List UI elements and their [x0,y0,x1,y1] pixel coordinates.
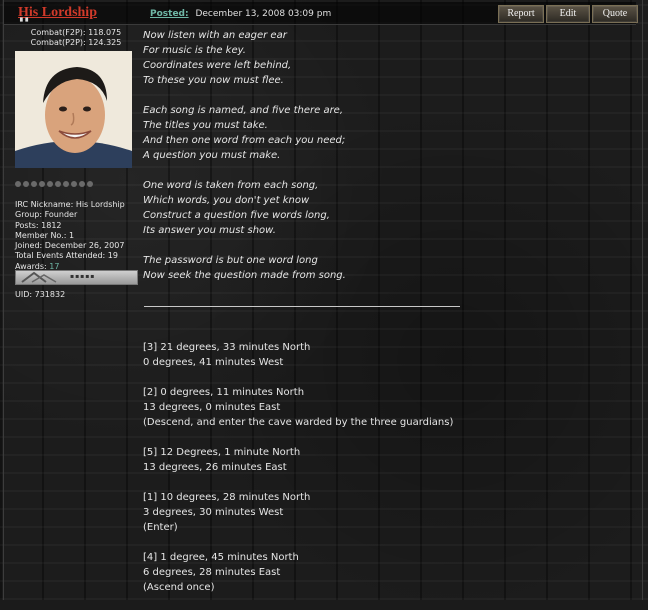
poem-line: The titles you must take. [143,120,268,131]
coordinate-line: 13 degrees, 26 minutes East [143,462,287,473]
quote-button[interactable]: Quote [592,5,638,23]
member-details: IRC Nickname: His Lordship Group: Founde… [15,200,125,272]
ribbon-chevron-icon [21,271,57,283]
coordinate-note: (Ascend once) [143,582,215,593]
coordinate-note: (Descend, and enter the cave warded by t… [143,417,454,428]
coordinate-line: 6 degrees, 28 minutes East [143,567,281,578]
poem-line: The password is but one word long [143,255,318,266]
poem-line: Which words, you don't yet know [143,195,310,206]
report-button[interactable]: Report [498,5,544,23]
post-header: His Lordship ▘▘ Posted: December 13, 200… [4,2,638,26]
coordinate-line: 0 degrees, 41 minutes West [143,357,284,368]
poem-line: To these you now must flee. [143,75,284,86]
poem-line: For music is the key. [143,45,246,56]
posted-info: Posted: December 13, 2008 03:09 pm [150,9,331,19]
member-group: Group: Founder [15,210,78,220]
rank-pips [15,181,95,187]
coordinate-note: (Enter) [143,522,178,533]
avatar-photo [15,51,132,168]
poem-line: Construct a question five words long, [143,210,330,221]
coordinate-line: [5] 12 Degrees, 1 minute North [143,447,301,458]
horizontal-rule [144,306,460,307]
poem-line: One word is taken from each song, [143,180,319,191]
post-count: Posts: 1812 [15,220,62,230]
ribbon-decoration: ▪▪▪▪▪ [70,273,96,280]
poem-line: A question you must make. [143,150,281,161]
poem-line: Now seek the question made from song. [143,270,346,281]
coordinate-line: [2] 0 degrees, 11 minutes North [143,387,305,398]
awards-ribbon[interactable]: ▪▪▪▪▪ [15,270,138,285]
author-sidebar: Combat(F2P): 118.075 Combat(P2P): 124.32… [12,28,140,299]
poem-stanza: One word is taken from each song, Which … [143,178,633,238]
combat-p2p: Combat(P2P): 124.325 [30,38,122,47]
poem-line: Coordinates were left behind, [143,60,292,71]
poem-line: Now listen with an eager ear [143,30,287,41]
posted-date: December 13, 2008 03:09 pm [195,9,332,19]
poem-line: And then one word from each you need; [143,135,346,146]
coordinate-entry: [3] 21 degrees, 33 minutes North 0 degre… [143,340,633,370]
coordinate-entry: [5] 12 Degrees, 1 minute North 13 degree… [143,445,633,475]
edit-button[interactable]: Edit [546,5,590,23]
join-date: Joined: December 26, 2007 [15,241,125,251]
coordinate-entry: [1] 10 degrees, 28 minutes North 3 degre… [143,490,633,535]
events-attended: Total Events Attended: 19 [15,251,118,261]
member-number: Member No.: 1 [15,230,75,240]
poem-line: Each song is named, and five there are, [143,105,344,116]
posted-link[interactable]: Posted: [150,9,189,19]
user-marker-icon: ▘▘ [20,18,31,26]
poem-stanza: Each song is named, and five there are, … [143,103,633,163]
coordinate-line: 3 degrees, 30 minutes West [143,507,284,518]
coordinate-line: 13 degrees, 0 minutes East [143,402,281,413]
irc-nickname: IRC Nickname: His Lordship [15,200,125,209]
coordinate-entry: [2] 0 degrees, 11 minutes North 13 degre… [143,385,633,430]
avatar [15,51,132,168]
coordinate-line: [1] 10 degrees, 28 minutes North [143,492,311,503]
coordinate-line: [3] 21 degrees, 33 minutes North [143,342,311,353]
coordinates-list: [3] 21 degrees, 33 minutes North 0 degre… [143,340,633,610]
coordinate-entry: [4] 1 degree, 45 minutes North 6 degrees… [143,550,633,595]
combat-f2p: Combat(F2P): 118.075 [30,28,122,37]
coordinate-line: [4] 1 degree, 45 minutes North [143,552,299,563]
poem-stanza: Now listen with an eager ear For music i… [143,28,633,88]
poem-text: Now listen with an eager ear For music i… [143,28,633,298]
poem-stanza: The password is but one word long Now se… [143,253,633,283]
poem-line: Its answer you must show. [143,225,276,236]
user-id: UID: 731832 [15,290,66,299]
